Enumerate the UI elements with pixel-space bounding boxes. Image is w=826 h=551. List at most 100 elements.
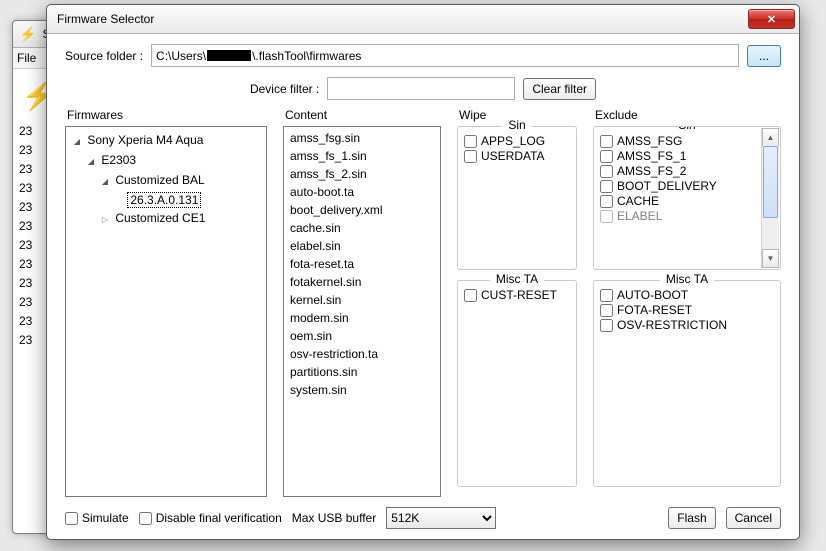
- wipe-sin-group: Sin APPS_LOG USERDATA: [457, 126, 577, 270]
- firmware-selector-dialog: Firmware Selector ✕ Source folder : C:\U…: [46, 4, 800, 540]
- checkbox[interactable]: [600, 165, 613, 178]
- tree-label-selected: 26.3.A.0.131: [127, 192, 201, 208]
- max-usb-select[interactable]: 512K: [386, 507, 496, 529]
- list-item[interactable]: boot_delivery.xml: [290, 201, 434, 219]
- firmwares-heading: Firmwares: [67, 108, 267, 122]
- wipe-sin-item[interactable]: USERDATA: [464, 149, 570, 163]
- collapse-icon[interactable]: [100, 209, 110, 229]
- checkbox[interactable]: [464, 289, 477, 302]
- source-folder-field[interactable]: C:\Users\ \.flashTool\firmwares: [151, 44, 739, 67]
- simulate-checkbox[interactable]: Simulate: [65, 511, 129, 525]
- checkbox[interactable]: [139, 512, 152, 525]
- list-item[interactable]: partitions.sin: [290, 363, 434, 381]
- exclude-sin-legend: Sin: [672, 126, 701, 132]
- checkbox[interactable]: [600, 180, 613, 193]
- checkbox[interactable]: [600, 150, 613, 163]
- exclude-misc-item[interactable]: AUTO-BOOT: [600, 288, 774, 302]
- tree-node[interactable]: Customized BAL 26.3.A.0.131: [100, 171, 260, 209]
- exclude-label: AMSS_FS_2: [617, 164, 686, 178]
- list-item[interactable]: elabel.sin: [290, 237, 434, 255]
- close-button[interactable]: ✕: [748, 9, 795, 29]
- exclude-sin-item[interactable]: BOOT_DELIVERY: [600, 179, 760, 193]
- exclude-misc-item[interactable]: FOTA-RESET: [600, 303, 774, 317]
- checkbox[interactable]: [600, 289, 613, 302]
- tree-node[interactable]: E2303 Customized BAL: [86, 151, 260, 229]
- wipe-sin-item[interactable]: APPS_LOG: [464, 134, 570, 148]
- content-list[interactable]: amss_fsg.sin amss_fs_1.sin amss_fs_2.sin…: [283, 126, 441, 497]
- exclude-sin-group: Sin AMSS_FSG AMSS_FS_1 AMSS_FS_2 BOOT_DE…: [593, 126, 781, 270]
- clear-filter-button[interactable]: Clear filter: [523, 78, 596, 100]
- close-icon: ✕: [767, 13, 776, 26]
- simulate-label: Simulate: [82, 511, 129, 525]
- list-item[interactable]: amss_fsg.sin: [290, 129, 434, 147]
- expand-icon[interactable]: [86, 151, 96, 171]
- source-path-before: C:\Users\: [156, 49, 206, 63]
- checkbox[interactable]: [65, 512, 78, 525]
- list-item[interactable]: system.sin: [290, 381, 434, 399]
- checkbox[interactable]: [600, 195, 613, 208]
- exclude-misc-group: Misc TA AUTO-BOOT FOTA-RESET OSV-RESTRIC…: [593, 280, 781, 487]
- expand-icon[interactable]: [100, 171, 110, 191]
- list-item[interactable]: amss_fs_1.sin: [290, 147, 434, 165]
- scroll-thumb[interactable]: [763, 146, 778, 218]
- list-item[interactable]: cache.sin: [290, 219, 434, 237]
- exclude-sin-item[interactable]: CACHE: [600, 194, 760, 208]
- wipe-sin-legend: Sin: [502, 118, 531, 132]
- checkbox[interactable]: [600, 135, 613, 148]
- tree-node[interactable]: Sony Xperia M4 Aqua E2303 Customized BAL: [72, 131, 260, 229]
- exclude-misc-legend: Misc TA: [660, 272, 714, 286]
- device-filter-label: Device filter :: [250, 82, 319, 96]
- source-folder-label: Source folder :: [65, 49, 143, 63]
- checkbox[interactable]: [464, 135, 477, 148]
- tree-label: Sony Xperia M4 Aqua: [87, 133, 203, 147]
- flash-button[interactable]: Flash: [668, 507, 715, 529]
- dialog-titlebar: Firmware Selector ✕: [47, 5, 799, 34]
- tree-label: Customized CE1: [115, 211, 205, 225]
- dialog-title: Firmware Selector: [57, 12, 748, 26]
- expand-icon[interactable]: [72, 131, 82, 151]
- exclude-label: CACHE: [617, 194, 659, 208]
- browse-button[interactable]: ...: [747, 45, 781, 67]
- exclude-label: FOTA-RESET: [617, 303, 692, 317]
- exclude-label: OSV-RESTRICTION: [617, 318, 727, 332]
- scroll-up-icon[interactable]: ▲: [762, 128, 779, 147]
- disable-verification-checkbox[interactable]: Disable final verification: [139, 511, 282, 525]
- clear-filter-label: Clear filter: [532, 82, 587, 96]
- tree-node[interactable]: Customized CE1: [100, 209, 260, 229]
- checkbox[interactable]: [464, 150, 477, 163]
- wipe-misc-group: Misc TA CUST-RESET: [457, 280, 577, 487]
- exclude-sin-item[interactable]: AMSS_FS_2: [600, 164, 760, 178]
- firmwares-tree[interactable]: Sony Xperia M4 Aqua E2303 Customized BAL: [65, 126, 267, 497]
- source-path-after: \.flashTool\firmwares: [252, 49, 361, 63]
- device-filter-input[interactable]: [327, 77, 515, 100]
- checkbox[interactable]: [600, 304, 613, 317]
- exclude-label: BOOT_DELIVERY: [617, 179, 717, 193]
- source-path-redacted: [207, 50, 251, 61]
- exclude-sin-item[interactable]: AMSS_FSG: [600, 134, 760, 148]
- cancel-button[interactable]: Cancel: [726, 507, 781, 529]
- list-item[interactable]: auto-boot.ta: [290, 183, 434, 201]
- list-item[interactable]: amss_fs_2.sin: [290, 165, 434, 183]
- checkbox[interactable]: [600, 319, 613, 332]
- checkbox[interactable]: [600, 210, 613, 223]
- scroll-track[interactable]: [762, 146, 779, 250]
- wipe-misc-legend: Misc TA: [490, 272, 544, 286]
- list-item[interactable]: kernel.sin: [290, 291, 434, 309]
- scrollbar[interactable]: ▲ ▼: [761, 128, 779, 268]
- exclude-sin-item[interactable]: AMSS_FS_1: [600, 149, 760, 163]
- wipe-misc-item[interactable]: CUST-RESET: [464, 288, 570, 302]
- content-heading: Content: [285, 108, 441, 122]
- exclude-misc-item[interactable]: OSV-RESTRICTION: [600, 318, 774, 332]
- exclude-sin-item[interactable]: ELABEL: [600, 209, 760, 223]
- list-item[interactable]: modem.sin: [290, 309, 434, 327]
- flash-label: Flash: [677, 511, 706, 525]
- tree-node[interactable]: 26.3.A.0.131: [114, 191, 260, 209]
- scroll-down-icon[interactable]: ▼: [762, 249, 779, 268]
- list-item[interactable]: osv-restriction.ta: [290, 345, 434, 363]
- list-item[interactable]: oem.sin: [290, 327, 434, 345]
- exclude-label: AMSS_FSG: [617, 134, 682, 148]
- list-item[interactable]: fotakernel.sin: [290, 273, 434, 291]
- menu-file[interactable]: File: [17, 51, 36, 65]
- list-item[interactable]: fota-reset.ta: [290, 255, 434, 273]
- max-usb-label: Max USB buffer: [292, 511, 376, 525]
